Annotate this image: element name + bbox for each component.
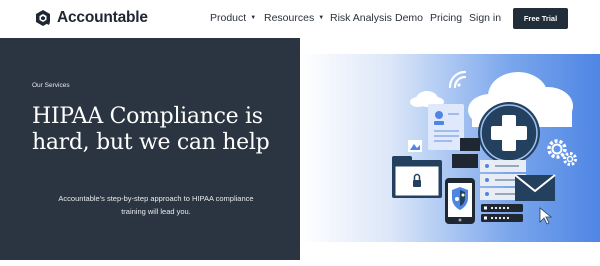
nav-demo-label: Demo (395, 12, 424, 24)
nav-sign-in-label: Sign in (469, 12, 502, 24)
nav-risk-analysis-label: Risk Analysis (330, 12, 392, 24)
folder-icon (392, 156, 442, 198)
cursor-icon (539, 207, 553, 225)
chevron-down-icon: ▼ (318, 15, 325, 21)
hero-description-line-1: Accountable's step-by-step approach to H… (58, 194, 254, 203)
hero-text-panel: Our Services HIPAA Compliance is hard, b… (0, 38, 300, 260)
hero-description-line-2: training will lead you. (121, 207, 191, 216)
gear-icon (547, 139, 577, 166)
panel-block (452, 154, 478, 168)
envelope-icon (514, 174, 556, 201)
hero-headline-line-1: HIPAA Compliance is (32, 104, 263, 129)
nav-risk-analysis[interactable]: Risk Analysis (330, 12, 392, 24)
chevron-down-icon: ▼ (250, 15, 257, 21)
hero-illustration (300, 54, 600, 242)
nav-resources[interactable]: Resources ▼ (264, 12, 324, 24)
image-file-icon (408, 140, 422, 152)
brand-name: Accountable (57, 9, 148, 26)
wifi-icon (448, 70, 467, 89)
nav-pricing[interactable]: Pricing (430, 12, 462, 24)
free-trial-button[interactable]: Free Trial (513, 8, 568, 29)
panel-block (460, 138, 480, 151)
hero-headline-line-2: hard, but we can help (32, 130, 270, 155)
nav-sign-in[interactable]: Sign in (469, 12, 501, 24)
brand-logo[interactable]: Accountable (35, 9, 148, 27)
section-eyebrow: Our Services (32, 82, 70, 89)
password-field-icon (481, 204, 523, 222)
nav-resources-label: Resources (264, 12, 315, 24)
nav-pricing-label: Pricing (430, 12, 463, 24)
security-illustration (392, 70, 577, 225)
hero-description: Accountable's step-by-step approach to H… (36, 192, 276, 218)
nav-product-label: Product (210, 12, 247, 24)
accountable-logo-icon (36, 10, 51, 26)
hero-headline: HIPAA Compliance is hard, but we can hel… (32, 104, 297, 156)
nav-product[interactable]: Product ▼ (210, 12, 256, 24)
id-card-icon (428, 104, 464, 150)
nav-demo[interactable]: Demo (395, 12, 423, 24)
medical-cross-icon (478, 102, 540, 164)
site-header: Accountable Product ▼ Resources ▼ Risk A… (0, 0, 600, 38)
